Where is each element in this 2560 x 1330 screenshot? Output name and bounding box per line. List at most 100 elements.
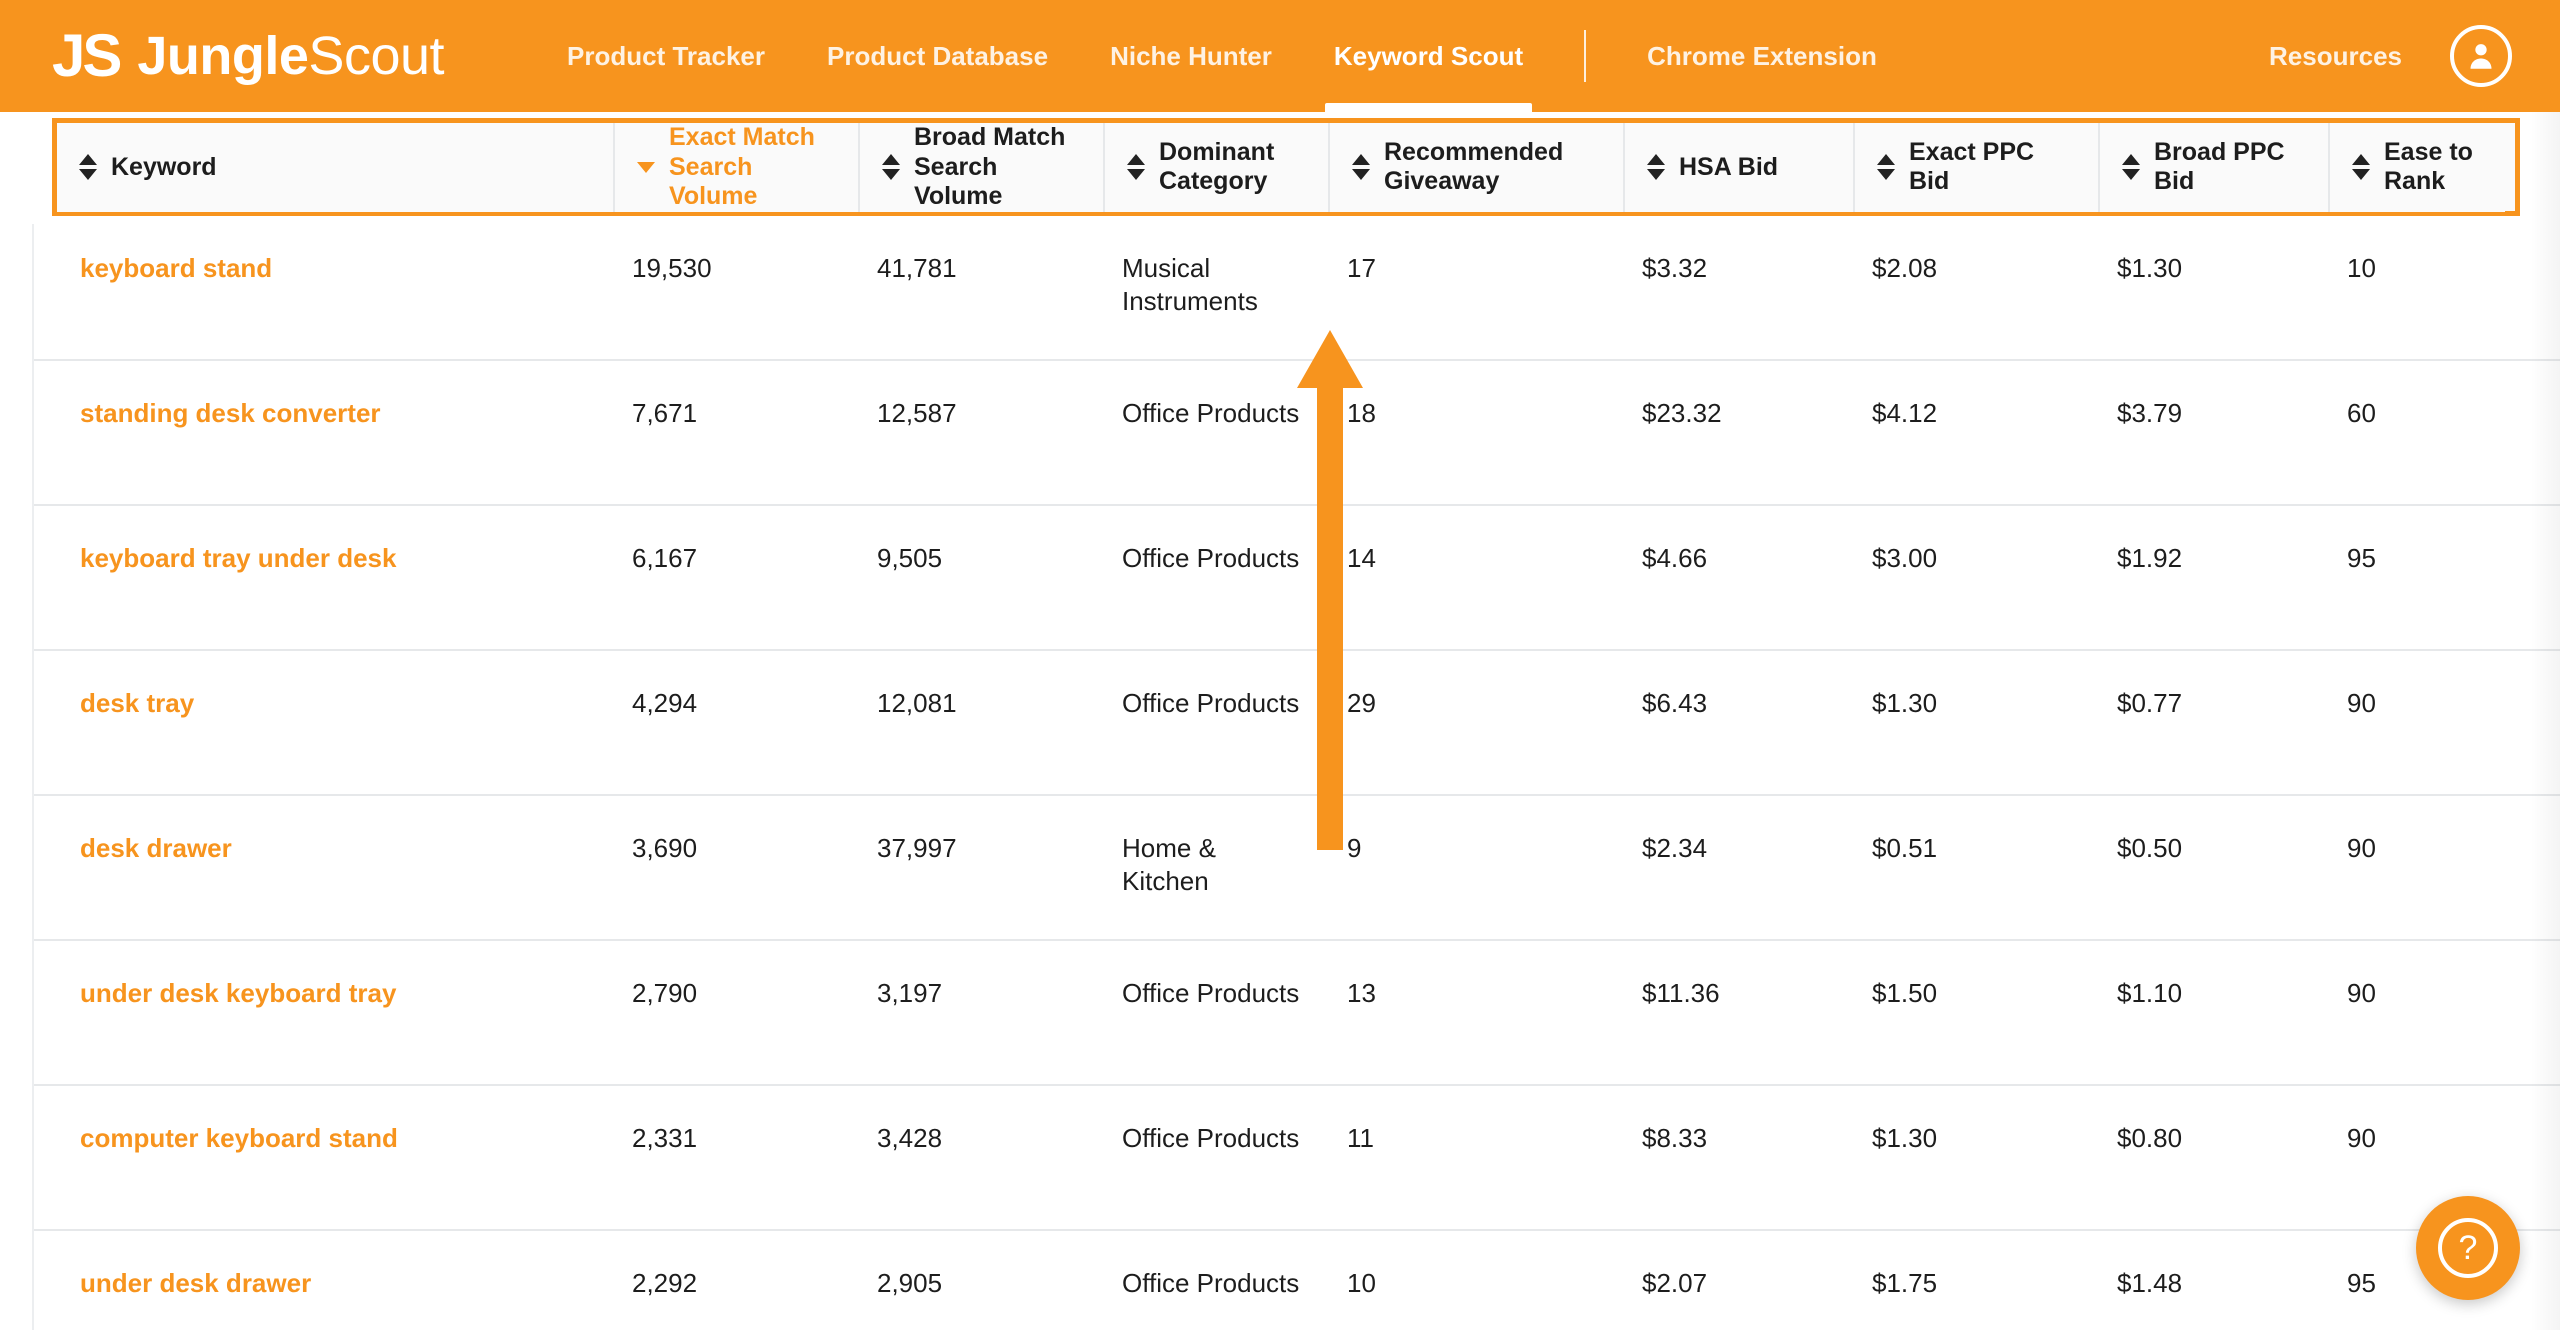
cell-exact-ppc-bid: $3.00 [1850,542,2095,639]
column-header-ease-to-rank-label: Ease to Rank [2384,138,2483,197]
brand-logo[interactable]: JS JungleScout [52,0,444,112]
cell-recommended-giveaway: 14 [1325,542,1620,639]
sort-toggle-keyword-icon[interactable] [79,154,97,180]
column-header-exact-match-label: Exact Match Search Volume [669,123,836,212]
cell-exact-ppc-bid: $1.30 [1850,1122,2095,1219]
sort-desc-icon [1877,169,1895,180]
cell-recommended-giveaway: 11 [1325,1122,1620,1219]
nav-item-product-database[interactable]: Product Database [796,0,1079,112]
cell-hsa-bid: $11.36 [1620,977,1850,1074]
column-header-keyword[interactable]: Keyword [57,123,615,212]
cell-keyword[interactable]: desk drawer [0,832,610,929]
cell-broad-match-search-volume: 12,587 [855,397,1100,494]
nav-item-product-tracker[interactable]: Product Tracker [536,0,796,112]
sort-asc-icon [1352,154,1370,165]
sort-desc-icon [882,169,900,180]
column-header-ease-to-rank[interactable]: Ease to Rank [2330,123,2505,212]
cell-hsa-bid: $2.07 [1620,1267,1850,1330]
cell-broad-ppc-bid: $1.48 [2095,1267,2325,1330]
sort-desc-icon [1352,169,1370,180]
sort-toggle-exact-match-icon[interactable] [637,162,655,173]
table-row[interactable]: desk drawer3,69037,997Home & Kitchen9$2.… [0,796,2560,941]
cell-hsa-bid: $4.66 [1620,542,1850,639]
column-header-broad-match-search-volume[interactable]: Broad Match Search Volume [860,123,1105,212]
table-row[interactable]: keyboard stand19,53041,781Musical Instru… [0,216,2560,361]
column-header-exact-ppc-bid[interactable]: Exact PPC Bid [1855,123,2100,212]
nav-item-resources[interactable]: Resources [2269,41,2402,72]
column-header-recommended-giveaway[interactable]: Recommended Giveaway [1330,123,1625,212]
primary-nav: Product Tracker Product Database Niche H… [536,0,1908,112]
sort-asc-icon [1127,154,1145,165]
cell-keyword[interactable]: under desk keyboard tray [0,977,610,1074]
sort-toggle-ease-to-rank-icon[interactable] [2352,154,2370,180]
cell-exact-match-search-volume: 7,671 [610,397,855,494]
column-header-dominant-category-label: Dominant Category [1159,138,1306,197]
cell-broad-match-search-volume: 2,905 [855,1267,1100,1330]
column-header-dominant-category[interactable]: Dominant Category [1105,123,1330,212]
nav-item-keyword-scout[interactable]: Keyword Scout [1303,0,1554,112]
sort-desc-icon [2122,169,2140,180]
cell-keyword[interactable]: computer keyboard stand [0,1122,610,1219]
cell-exact-match-search-volume: 2,292 [610,1267,855,1330]
cell-ease-to-rank: 90 [2325,687,2560,784]
sort-toggle-dominant-category-icon[interactable] [1127,154,1145,180]
top-navigation-bar: JS JungleScout Product Tracker Product D… [0,0,2560,112]
column-header-exact-match-search-volume[interactable]: Exact Match Search Volume [615,123,860,212]
cell-hsa-bid: $3.32 [1620,252,1850,349]
table-header-highlight-box: Keyword Exact Match Search Volume Broad … [52,118,2520,216]
cell-recommended-giveaway: 17 [1325,252,1620,349]
sort-toggle-hsa-bid-icon[interactable] [1647,154,1665,180]
nav-item-chrome-extension[interactable]: Chrome Extension [1616,0,1908,112]
cell-keyword[interactable]: under desk drawer [0,1267,610,1330]
user-avatar-icon[interactable] [2450,25,2512,87]
sort-desc-icon [2352,169,2370,180]
table-row[interactable]: computer keyboard stand2,3313,428Office … [0,1086,2560,1231]
cell-broad-ppc-bid: $0.50 [2095,832,2325,929]
sort-toggle-exact-ppc-bid-icon[interactable] [1877,154,1895,180]
cell-dominant-category: Office Products [1100,397,1325,494]
cell-ease-to-rank: 60 [2325,397,2560,494]
column-header-exact-ppc-bid-label: Exact PPC Bid [1909,138,2076,197]
cell-broad-match-search-volume: 12,081 [855,687,1100,784]
cell-broad-ppc-bid: $3.79 [2095,397,2325,494]
cell-recommended-giveaway: 13 [1325,977,1620,1074]
column-header-broad-ppc-bid-label: Broad PPC Bid [2154,138,2306,197]
cell-exact-ppc-bid: $2.08 [1850,252,2095,349]
cell-broad-match-search-volume: 3,197 [855,977,1100,1074]
sort-toggle-broad-ppc-bid-icon[interactable] [2122,154,2140,180]
cell-exact-match-search-volume: 3,690 [610,832,855,929]
column-header-recommended-giveaway-label: Recommended Giveaway [1384,138,1601,197]
column-header-broad-ppc-bid[interactable]: Broad PPC Bid [2100,123,2330,212]
cell-exact-match-search-volume: 19,530 [610,252,855,349]
cell-dominant-category: Home & Kitchen [1100,832,1325,929]
cell-exact-match-search-volume: 4,294 [610,687,855,784]
cell-broad-match-search-volume: 3,428 [855,1122,1100,1219]
cell-keyword[interactable]: keyboard stand [0,252,610,349]
column-header-hsa-bid[interactable]: HSA Bid [1625,123,1855,212]
nav-item-niche-hunter[interactable]: Niche Hunter [1079,0,1303,112]
cell-broad-match-search-volume: 37,997 [855,832,1100,929]
cell-keyword[interactable]: desk tray [0,687,610,784]
help-button[interactable]: ? [2416,1196,2520,1300]
cell-exact-ppc-bid: $1.30 [1850,687,2095,784]
sort-toggle-broad-match-icon[interactable] [882,154,900,180]
cell-keyword[interactable]: keyboard tray under desk [0,542,610,639]
cell-broad-match-search-volume: 9,505 [855,542,1100,639]
cell-broad-ppc-bid: $1.92 [2095,542,2325,639]
column-header-broad-match-label: Broad Match Search Volume [914,123,1081,212]
sort-desc-icon [1127,169,1145,180]
table-row[interactable]: desk tray4,29412,081Office Products29$6.… [0,651,2560,796]
cell-broad-ppc-bid: $0.77 [2095,687,2325,784]
sort-desc-icon [79,169,97,180]
brand-word-jungle: Jungle [137,26,308,86]
table-row[interactable]: under desk drawer2,2922,905Office Produc… [0,1231,2560,1330]
table-row[interactable]: keyboard tray under desk6,1679,505Office… [0,506,2560,651]
table-row[interactable]: under desk keyboard tray2,7903,197Office… [0,941,2560,1086]
brand-word-scout: Scout [308,26,444,86]
cell-recommended-giveaway: 29 [1325,687,1620,784]
cell-keyword[interactable]: standing desk converter [0,397,610,494]
cell-ease-to-rank: 90 [2325,832,2560,929]
sort-toggle-recommended-giveaway-icon[interactable] [1352,154,1370,180]
table-row[interactable]: standing desk converter7,67112,587Office… [0,361,2560,506]
sort-desc-icon [1647,169,1665,180]
